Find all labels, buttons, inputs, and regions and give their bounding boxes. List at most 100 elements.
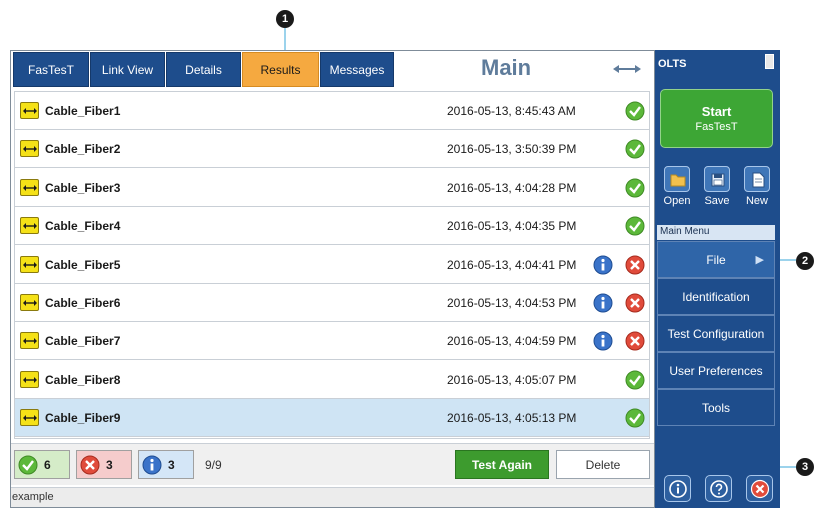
tab-results[interactable]: Results	[242, 52, 319, 87]
info-icon	[142, 455, 162, 474]
result-date: 2016-05-13, 4:04:59 PM	[447, 334, 577, 348]
save-button[interactable]: Save	[699, 166, 735, 207]
floppy-disk-icon	[711, 173, 725, 187]
fail-x-icon	[625, 293, 645, 313]
table-row[interactable]: Cable_Fiber2 2016-05-13, 3:50:39 PM	[15, 130, 649, 168]
table-row[interactable]: Cable_Fiber1 2016-05-13, 8:45:43 AM	[15, 92, 649, 130]
pass-check-icon	[625, 178, 645, 198]
result-date: 2016-05-13, 4:04:28 PM	[447, 181, 577, 195]
status-line: example	[11, 487, 654, 507]
folder-open-icon	[670, 174, 686, 187]
menu-item-test-configuration[interactable]: Test Configuration	[657, 315, 775, 352]
close-icon	[750, 479, 769, 498]
info-icon[interactable]	[593, 293, 613, 313]
tab-link-view[interactable]: Link View	[90, 52, 165, 87]
pass-count: 6	[44, 457, 51, 472]
fiber-link-icon	[20, 332, 39, 349]
tab-bar: FasTesT Link View Details Results Messag…	[11, 51, 654, 89]
submenu-arrow-icon: ▶	[755, 254, 764, 266]
result-name: Cable_Fiber7	[45, 334, 121, 348]
result-date: 2016-05-13, 4:04:53 PM	[447, 296, 577, 310]
result-name: Cable_Fiber9	[45, 411, 121, 425]
table-row[interactable]: Cable_Fiber9 2016-05-13, 4:05:13 PM	[15, 399, 649, 437]
result-name: Cable_Fiber3	[45, 181, 121, 195]
table-row[interactable]: Cable_Fiber5 2016-05-13, 4:04:41 PM	[15, 246, 649, 284]
pass-check-icon	[625, 370, 645, 390]
menu-item-identification[interactable]: Identification	[657, 278, 775, 315]
result-date: 2016-05-13, 3:50:39 PM	[447, 142, 577, 156]
table-row[interactable]: Cable_Fiber7 2016-05-13, 4:04:59 PM	[15, 322, 649, 360]
screen: 1 2 3 FasTesT Link View Details Results …	[0, 0, 823, 508]
new-document-icon	[752, 172, 765, 188]
fail-count: 3	[106, 457, 113, 472]
results-footer: 6 3 3 9/9 Test Again Delete	[11, 443, 654, 485]
pass-check-icon	[625, 101, 645, 121]
table-row[interactable]: Cable_Fiber8 2016-05-13, 4:05:07 PM	[15, 361, 649, 399]
pass-check-icon	[625, 408, 645, 428]
result-date: 2016-05-13, 4:05:13 PM	[447, 411, 577, 425]
fail-count-badge[interactable]: 3	[76, 450, 132, 479]
save-label: Save	[704, 195, 730, 207]
result-name: Cable_Fiber2	[45, 142, 121, 156]
result-name: Cable_Fiber4	[45, 219, 121, 233]
menu-item-file[interactable]: File ▶	[657, 241, 775, 278]
page-title: Main	[481, 55, 532, 80]
fiber-link-icon	[20, 371, 39, 388]
delete-button[interactable]: Delete	[556, 450, 650, 479]
test-again-button[interactable]: Test Again	[455, 450, 549, 479]
open-label: Open	[663, 195, 691, 207]
result-page-count: 9/9	[205, 458, 222, 472]
fiber-link-icon	[20, 294, 39, 311]
menu-item-file-label: File	[706, 252, 726, 267]
help-button[interactable]	[705, 475, 732, 502]
callout-2: 2	[796, 252, 814, 270]
result-date: 2016-05-13, 8:45:43 AM	[447, 104, 576, 118]
bidirectional-arrow-icon[interactable]	[612, 60, 642, 78]
help-question-icon	[709, 479, 728, 498]
close-button[interactable]	[746, 475, 773, 502]
info-icon[interactable]	[593, 255, 613, 275]
open-button[interactable]: Open	[659, 166, 695, 207]
callout-3: 3	[796, 458, 814, 476]
callout-1: 1	[276, 10, 294, 28]
fail-x-icon	[80, 455, 100, 474]
fail-x-icon	[625, 255, 645, 275]
result-name: Cable_Fiber8	[45, 373, 121, 387]
result-name: Cable_Fiber5	[45, 258, 121, 272]
about-button[interactable]	[664, 475, 691, 502]
pass-count-badge[interactable]: 6	[14, 450, 70, 479]
fiber-link-icon	[20, 217, 39, 234]
fiber-link-icon	[20, 179, 39, 196]
info-icon[interactable]	[593, 331, 613, 351]
about-info-icon	[668, 479, 687, 498]
fiber-link-icon	[20, 256, 39, 273]
info-count: 3	[168, 457, 175, 472]
fiber-link-icon	[20, 409, 39, 426]
tab-messages[interactable]: Messages	[320, 52, 394, 87]
battery-icon	[765, 54, 774, 69]
table-row[interactable]: Cable_Fiber3 2016-05-13, 4:04:28 PM	[15, 169, 649, 207]
start-button[interactable]: Start FasTesT	[660, 89, 773, 148]
table-row[interactable]: Cable_Fiber6 2016-05-13, 4:04:53 PM	[15, 284, 649, 322]
info-count-badge[interactable]: 3	[138, 450, 194, 479]
new-button[interactable]: New	[739, 166, 775, 207]
menu-item-user-preferences[interactable]: User Preferences	[657, 352, 775, 389]
tab-fastest[interactable]: FasTesT	[13, 52, 89, 87]
pass-check-icon	[625, 139, 645, 159]
start-sublabel: FasTesT	[695, 121, 738, 133]
result-date: 2016-05-13, 4:05:07 PM	[447, 373, 577, 387]
result-name: Cable_Fiber6	[45, 296, 121, 310]
right-panel: OLTS Start FasTesT Open Save New Main Me…	[655, 50, 780, 508]
new-label: New	[745, 195, 768, 207]
pass-check-icon	[18, 455, 38, 474]
menu-item-tools[interactable]: Tools	[657, 389, 775, 426]
result-date: 2016-05-13, 4:04:41 PM	[447, 258, 577, 272]
main-menu-header: Main Menu	[657, 225, 775, 240]
tab-details[interactable]: Details	[166, 52, 241, 87]
table-row[interactable]: Cable_Fiber4 2016-05-13, 4:04:35 PM	[15, 207, 649, 245]
fail-x-icon	[625, 331, 645, 351]
start-label: Start	[701, 104, 732, 119]
fiber-link-icon	[20, 102, 39, 119]
fiber-link-icon	[20, 140, 39, 157]
result-name: Cable_Fiber1	[45, 104, 121, 118]
